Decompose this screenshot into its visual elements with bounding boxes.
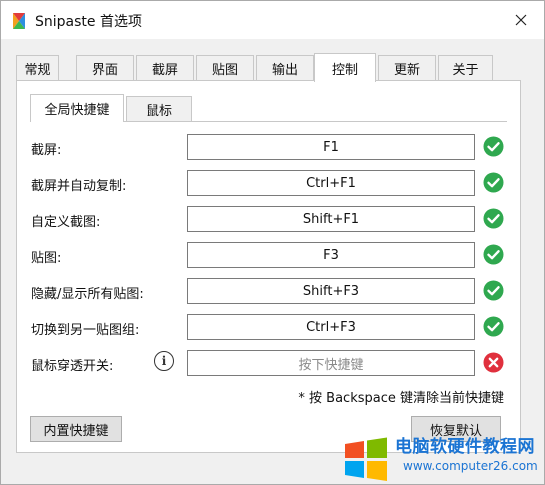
snipaste-logo-icon [13, 13, 25, 29]
hotkey-label: 鼠标穿透开关: [31, 359, 114, 374]
hotkey-label: 截屏: [31, 143, 62, 158]
hotkey-row-switch-group: 切换到另一贴图组: Ctrl+F3 [30, 314, 507, 340]
hotkey-label: 自定义截图: [31, 215, 101, 230]
subtab-mouse[interactable]: 鼠标 [126, 96, 192, 121]
error-icon [483, 352, 504, 373]
tab-general[interactable]: 常规 [16, 55, 59, 81]
backspace-hint: * 按 Backspace 键清除当前快捷键 [298, 391, 504, 406]
tab-capture[interactable]: 截屏 [136, 55, 194, 81]
hotkey-row-toggle-pastes: 隐藏/显示所有贴图: Shift+F3 [30, 278, 507, 304]
check-icon [483, 136, 504, 157]
check-icon [483, 280, 504, 301]
tab-about[interactable]: 关于 [438, 55, 493, 81]
preferences-window: Snipaste 首选项 常规 界面 截屏 贴图 输出 控制 更新 关于 全局快… [0, 0, 545, 485]
close-icon [515, 14, 527, 26]
close-button[interactable] [498, 1, 544, 39]
hotkey-input-capture[interactable]: F1 [187, 134, 475, 160]
hotkey-input-custom-capture[interactable]: Shift+F1 [187, 206, 475, 232]
tab-update[interactable]: 更新 [378, 55, 436, 81]
hotkey-label: 截屏并自动复制: [31, 179, 127, 194]
tab-interface[interactable]: 界面 [76, 55, 134, 81]
tab-output[interactable]: 输出 [256, 55, 314, 81]
check-icon [483, 244, 504, 265]
windows-logo-icon [345, 437, 387, 481]
watermark: 电脑软硬件教程网 www.computer26.com [333, 426, 545, 485]
tab-paste[interactable]: 贴图 [196, 55, 254, 81]
hotkey-input-switch-group[interactable]: Ctrl+F3 [187, 314, 475, 340]
hotkey-input-paste[interactable]: F3 [187, 242, 475, 268]
hotkey-input-mouse-passthrough[interactable]: 按下快捷键 [187, 350, 475, 376]
watermark-url: www.computer26.com [403, 459, 538, 473]
global-hotkeys-panel: 截屏: F1 截屏并自动复制: Ctrl+F1 自定义截图: Shift+F1 [30, 121, 507, 442]
control-panel: 全局快捷键 鼠标 截屏: F1 截屏并自动复制: Ctrl+F1 自定义截图: … [16, 80, 521, 453]
hotkey-input-capture-copy[interactable]: Ctrl+F1 [187, 170, 475, 196]
check-icon [483, 208, 504, 229]
hotkey-label: 贴图: [31, 251, 62, 266]
hotkey-label: 切换到另一贴图组: [31, 323, 140, 338]
check-icon [483, 316, 504, 337]
check-icon [483, 172, 504, 193]
hotkey-row-capture-copy: 截屏并自动复制: Ctrl+F1 [30, 170, 507, 196]
subtab-global-hotkeys[interactable]: 全局快捷键 [30, 94, 124, 122]
hotkey-row-mouse-passthrough: 鼠标穿透开关: i 按下快捷键 [30, 350, 507, 376]
watermark-title: 电脑软硬件教程网 [395, 437, 535, 457]
builtin-hotkeys-button[interactable]: 内置快捷键 [30, 416, 122, 442]
hotkey-row-capture: 截屏: F1 [30, 134, 507, 160]
window-title: Snipaste 首选项 [35, 14, 142, 30]
hotkey-input-toggle-pastes[interactable]: Shift+F3 [187, 278, 475, 304]
title-bar: Snipaste 首选项 [1, 1, 544, 39]
hotkey-label: 隐藏/显示所有贴图: [31, 287, 144, 302]
hotkey-row-custom-capture: 自定义截图: Shift+F1 [30, 206, 507, 232]
info-icon[interactable]: i [154, 351, 174, 371]
tab-control[interactable]: 控制 [314, 53, 376, 82]
hotkey-row-paste: 贴图: F3 [30, 242, 507, 268]
